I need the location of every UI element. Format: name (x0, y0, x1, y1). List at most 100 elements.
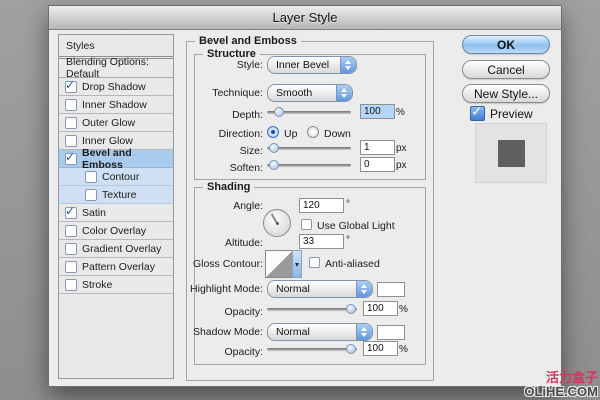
screenshot-stage: Layer Style Styles Blending Options: Def… (0, 0, 600, 400)
checkbox-checked-icon[interactable] (65, 150, 77, 165)
highlight-opacity-slider[interactable] (267, 303, 357, 315)
dialog-titlebar[interactable]: Layer Style (49, 6, 561, 30)
checkbox-icon[interactable] (65, 116, 77, 129)
sidebar-item-stroke[interactable]: Stroke (59, 276, 173, 294)
slider-thumb[interactable] (268, 160, 279, 170)
sidebar-item-label: Satin (82, 206, 106, 219)
anti-aliased-checkbox[interactable] (309, 257, 320, 268)
sidebar-item-color-overlay[interactable]: Color Overlay (59, 222, 173, 240)
technique-select-value: Smooth (276, 87, 313, 99)
sidebar-header-label: Styles (66, 39, 95, 52)
technique-select[interactable]: Smooth (267, 84, 353, 102)
direction-down-radio[interactable] (307, 126, 319, 138)
depth-input[interactable] (360, 104, 395, 119)
sidebar-item-label: Bevel and Emboss (82, 146, 132, 171)
soften-unit: px (396, 160, 407, 171)
sidebar-item-satin[interactable]: Satin (59, 204, 173, 222)
sidebar-item-pattern-overlay[interactable]: Pattern Overlay (59, 258, 173, 276)
soften-label: Soften: (229, 162, 263, 174)
sidebar-item-drop-shadow[interactable]: Drop Shadow (59, 78, 173, 96)
shadow-mode-label: Shadow Mode: (192, 326, 263, 338)
slider-thumb[interactable] (346, 344, 357, 354)
checkbox-icon[interactable] (65, 242, 77, 255)
checkbox-icon[interactable] (65, 134, 77, 147)
direction-up-radio[interactable] (267, 126, 279, 138)
checkbox-icon[interactable] (85, 188, 97, 201)
checkbox-checked-icon[interactable] (65, 204, 77, 219)
highlight-opacity-label: Opacity: (224, 306, 263, 318)
preview-label: Preview (490, 106, 533, 121)
slider-thumb[interactable] (346, 304, 357, 314)
shadow-opacity-unit: % (399, 344, 408, 355)
gloss-contour-picker-arrow-icon[interactable] (292, 250, 302, 278)
angle-input[interactable] (299, 198, 344, 213)
shadow-mode-select[interactable]: Normal (267, 323, 373, 341)
altitude-unit: ° (346, 235, 350, 246)
dialog-title: Layer Style (272, 10, 338, 25)
sidebar-item-label: Outer Glow (82, 116, 136, 129)
watermark: 活力盒子 OLiHE.COM (524, 371, 598, 399)
watermark-line2: OLiHE.COM (524, 384, 598, 399)
shadow-opacity-slider[interactable] (267, 343, 357, 355)
shadow-opacity-input[interactable] (363, 341, 398, 356)
sidebar-item-gradient-overlay[interactable]: Gradient Overlay (59, 240, 173, 258)
sidebar-item-label: Drop Shadow (82, 80, 146, 93)
sidebar-item-blending-options[interactable]: Blending Options: Default (59, 56, 173, 80)
checkbox-checked-icon[interactable] (65, 78, 77, 93)
shadow-color-swatch[interactable] (377, 325, 405, 340)
style-label: Style: (236, 59, 263, 71)
technique-label: Technique: (212, 87, 263, 99)
slider-track (267, 147, 351, 150)
depth-slider[interactable] (267, 106, 351, 118)
watermark-line1: 活力盒子 (545, 370, 598, 385)
style-select[interactable]: Inner Bevel (267, 56, 357, 74)
sidebar-item-label: Pattern Overlay (82, 260, 155, 273)
slider-thumb[interactable] (268, 143, 279, 153)
checkbox-icon[interactable] (85, 170, 97, 183)
new-style-button[interactable]: New Style... (462, 84, 550, 103)
size-slider[interactable] (267, 142, 351, 154)
gloss-contour-thumbnail[interactable] (265, 250, 293, 278)
anti-aliased-label: Anti-aliased (325, 258, 380, 270)
highlight-opacity-input[interactable] (363, 301, 398, 316)
checkbox-icon[interactable] (65, 98, 77, 111)
size-input[interactable] (360, 140, 395, 155)
sidebar-item-label: Stroke (82, 278, 113, 291)
sidebar-item-texture[interactable]: Texture (59, 186, 173, 204)
shading-legend: Shading (203, 181, 255, 193)
highlight-color-swatch[interactable] (377, 282, 405, 297)
layer-style-dialog: Layer Style Styles Blending Options: Def… (48, 5, 562, 387)
sidebar-item-bevel-and-emboss[interactable]: Bevel and Emboss (59, 146, 173, 171)
checkbox-icon[interactable] (65, 278, 77, 291)
sidebar-header-styles: Styles (59, 35, 173, 57)
direction-label: Direction: (218, 128, 263, 140)
cancel-button[interactable]: Cancel (462, 60, 550, 79)
slider-thumb[interactable] (273, 107, 284, 117)
sidebar-item-label: Contour (102, 170, 140, 183)
altitude-input[interactable] (299, 234, 344, 249)
angle-unit: ° (346, 199, 350, 210)
highlight-mode-select[interactable]: Normal (267, 280, 373, 298)
ok-button[interactable]: OK (462, 35, 550, 54)
sidebar-item-label: Inner Shadow (82, 98, 147, 111)
shadow-mode-value: Normal (276, 326, 310, 338)
checkbox-icon[interactable] (65, 260, 77, 273)
blending-options-label: Blending Options: Default (66, 56, 149, 80)
soften-input[interactable] (360, 157, 395, 172)
sidebar-item-contour[interactable]: Contour (59, 168, 173, 186)
preview-toggle[interactable]: Preview (470, 103, 533, 121)
sidebar-item-inner-shadow[interactable]: Inner Shadow (59, 96, 173, 114)
sidebar-item-label: Texture (102, 188, 137, 201)
angle-dial[interactable] (263, 209, 291, 237)
slider-track (267, 164, 351, 167)
direction-down-label: Down (324, 128, 351, 140)
sidebar-item-label: Gradient Overlay (82, 242, 162, 255)
style-preview-swatch (497, 139, 525, 167)
use-global-light-checkbox[interactable] (301, 219, 312, 230)
soften-slider[interactable] (267, 159, 351, 171)
checkbox-icon[interactable] (65, 224, 77, 237)
checkbox-checked-icon[interactable] (470, 103, 485, 121)
style-select-value: Inner Bevel (276, 59, 330, 71)
sidebar-item-outer-glow[interactable]: Outer Glow (59, 114, 173, 132)
popup-stepper-icon (356, 324, 372, 340)
